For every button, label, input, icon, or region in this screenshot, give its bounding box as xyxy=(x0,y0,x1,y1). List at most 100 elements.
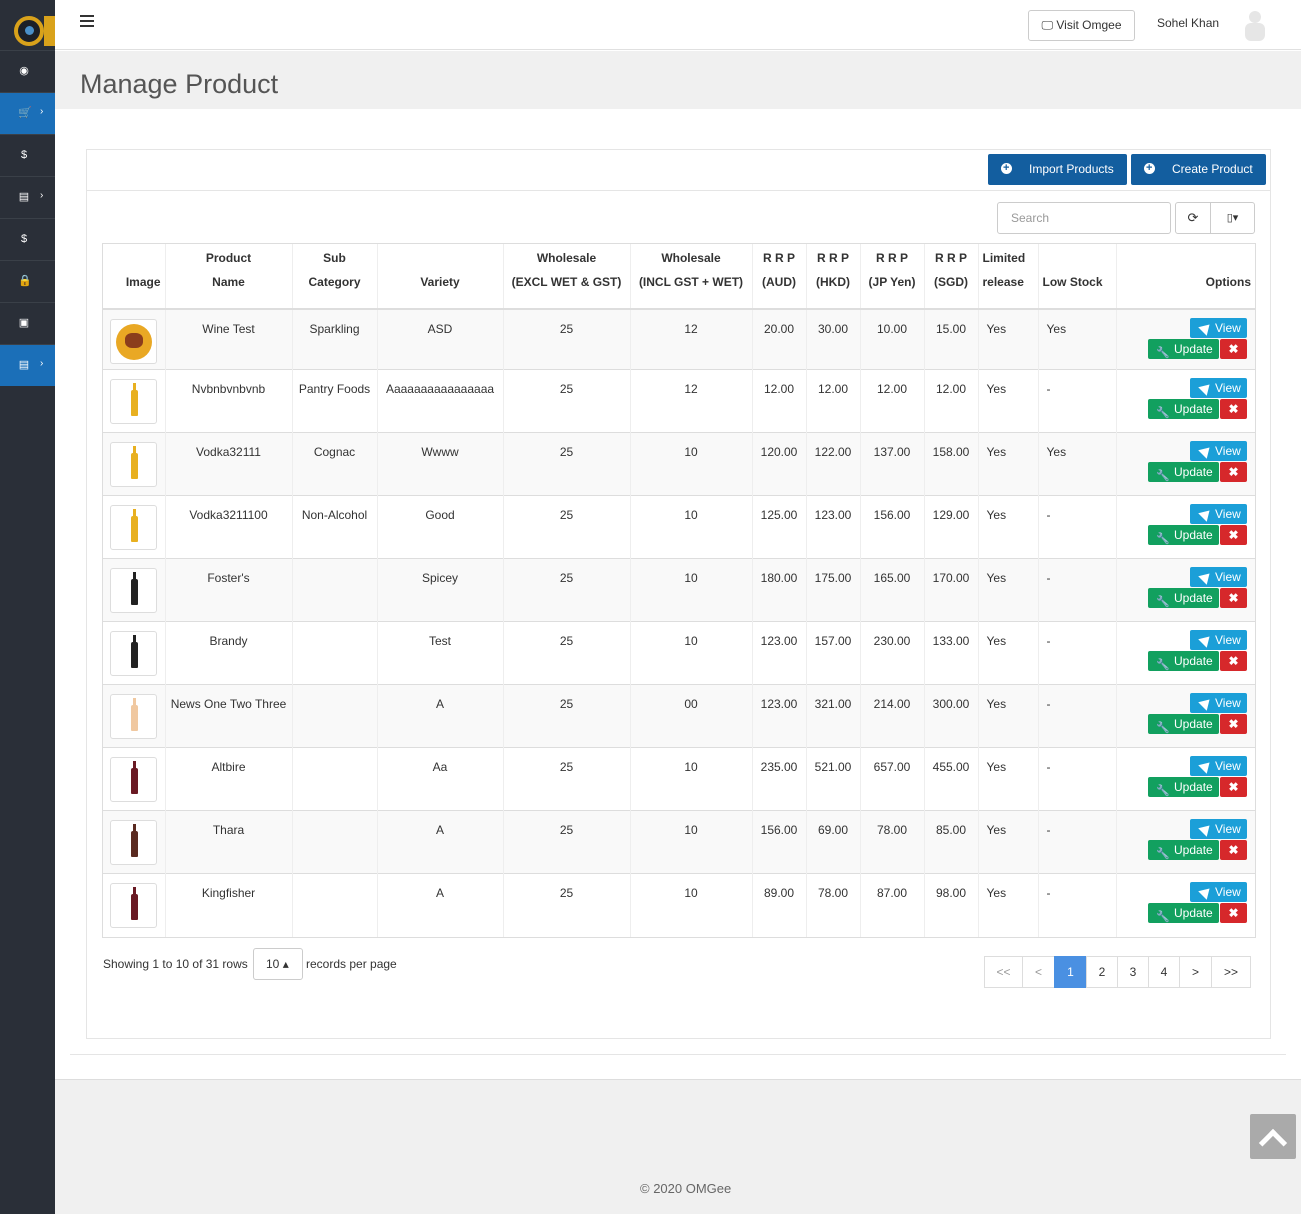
column-header[interactable]: Sub Category xyxy=(292,244,378,310)
delete-button[interactable]: ✖ xyxy=(1220,903,1247,923)
cell-low: - xyxy=(1038,810,1117,874)
column-header[interactable]: R R P (AUD) xyxy=(752,244,807,310)
delete-button[interactable]: ✖ xyxy=(1220,714,1247,734)
page-link[interactable]: 2 xyxy=(1086,956,1118,988)
column-header[interactable]: Options xyxy=(1116,244,1255,310)
page-link[interactable]: << xyxy=(984,956,1023,988)
close-icon: ✖ xyxy=(1228,843,1239,857)
scroll-to-top-button[interactable] xyxy=(1250,1114,1296,1159)
page-link[interactable]: > xyxy=(1179,956,1212,988)
page-link[interactable]: 3 xyxy=(1117,956,1149,988)
product-thumbnail[interactable] xyxy=(110,505,158,550)
column-header[interactable]: Wholesale (INCL GST + WET) xyxy=(630,244,753,310)
cell-limited: Yes xyxy=(978,621,1039,685)
page-link[interactable]: < xyxy=(1022,956,1055,988)
delete-button[interactable]: ✖ xyxy=(1220,525,1247,545)
page-link[interactable]: 4 xyxy=(1148,956,1180,988)
product-table: Image Product Name Sub Category Variety Whole… xyxy=(102,243,1256,938)
cell-ws-excl: 25 xyxy=(503,621,631,685)
product-thumbnail[interactable] xyxy=(110,568,158,613)
product-thumbnail[interactable] xyxy=(110,757,158,802)
cell-aud: 156.00 xyxy=(752,810,807,874)
column-header[interactable]: R R P (HKD) xyxy=(806,244,861,310)
view-button[interactable]: View xyxy=(1190,504,1247,524)
sidebar-item-5[interactable]: 🔒 xyxy=(0,260,55,302)
columns-toggle-button[interactable]: ▯▾ xyxy=(1210,202,1255,234)
cell-ws-excl: 25 xyxy=(503,308,631,370)
view-button[interactable]: View xyxy=(1190,819,1247,839)
column-header[interactable]: R R P (SGD) xyxy=(924,244,979,310)
column-header[interactable]: Variety xyxy=(377,244,504,310)
column-header[interactable]: R R P (JP Yen) xyxy=(860,244,925,310)
update-button[interactable]: 🔧 Update xyxy=(1148,651,1219,671)
column-header[interactable]: Wholesale (EXCL WET & GST) xyxy=(503,244,631,310)
update-button[interactable]: 🔧 Update xyxy=(1148,399,1219,419)
delete-button[interactable]: ✖ xyxy=(1220,399,1247,419)
cell-name: Vodka32111 xyxy=(165,432,293,496)
column-header[interactable]: Image xyxy=(103,244,166,310)
sidebar-item-0[interactable]: ◉ xyxy=(0,50,55,92)
view-button[interactable]: View xyxy=(1190,693,1247,713)
cell-jpy: 230.00 xyxy=(860,621,925,685)
menu-toggle-icon[interactable] xyxy=(80,15,94,29)
wrench-icon: 🔧 xyxy=(1156,722,1170,734)
update-button[interactable]: 🔧 Update xyxy=(1148,903,1219,923)
view-button[interactable]: View xyxy=(1190,756,1247,776)
sidebar-item-7[interactable]: ▤ › xyxy=(0,344,55,386)
dollar-icon: $ xyxy=(20,149,28,161)
omgee-logo[interactable] xyxy=(0,0,55,50)
delete-button[interactable]: ✖ xyxy=(1220,462,1247,482)
visit-omgee-button[interactable]: 🖵 Visit Omgee xyxy=(1028,10,1135,41)
wrench-icon: 🔧 xyxy=(1156,533,1170,545)
sidebar-item-4[interactable]: $ xyxy=(0,218,55,260)
sidebar-item-1[interactable]: 🛒 › xyxy=(0,92,55,134)
view-button[interactable]: View xyxy=(1190,441,1247,461)
update-button[interactable]: 🔧 Update xyxy=(1148,339,1219,359)
update-button[interactable]: 🔧 Update xyxy=(1148,588,1219,608)
product-thumbnail[interactable] xyxy=(110,442,158,487)
delete-button[interactable]: ✖ xyxy=(1220,777,1247,797)
update-button[interactable]: 🔧 Update xyxy=(1148,840,1219,860)
product-thumbnail[interactable] xyxy=(110,379,158,424)
view-button[interactable]: View xyxy=(1190,378,1247,398)
update-button[interactable]: 🔧 Update xyxy=(1148,714,1219,734)
product-thumbnail[interactable] xyxy=(110,820,158,865)
column-header[interactable]: Limited release xyxy=(978,244,1039,310)
username[interactable]: Sohel Khan xyxy=(1157,16,1219,30)
page-link[interactable]: 1 xyxy=(1054,956,1087,988)
cell-name: News One Two Three xyxy=(165,684,293,748)
cell-sub xyxy=(292,873,378,937)
sidebar-item-2[interactable]: $ xyxy=(0,134,55,176)
avatar[interactable] xyxy=(1242,7,1268,43)
sidebar-item-3[interactable]: ▤ › xyxy=(0,176,55,218)
update-button[interactable]: 🔧 Update xyxy=(1148,462,1219,482)
search-input[interactable] xyxy=(997,202,1171,234)
update-button[interactable]: 🔧 Update xyxy=(1148,525,1219,545)
view-button[interactable]: View xyxy=(1190,882,1247,902)
delete-button[interactable]: ✖ xyxy=(1220,588,1247,608)
close-icon: ✖ xyxy=(1228,402,1239,416)
cell-low: Yes xyxy=(1038,432,1117,496)
page-link[interactable]: >> xyxy=(1211,956,1251,988)
options-cell: View 🔧 Update ✖ xyxy=(1116,432,1255,496)
per-page-select[interactable]: 10 ▴ xyxy=(253,948,303,980)
table-row: Foster's Spicey 25 10 180.00 175.00 165.00 170.… xyxy=(103,558,1255,622)
column-header[interactable]: Product Name xyxy=(165,244,293,310)
import-products-button[interactable]: Import Products xyxy=(988,153,1127,185)
view-button[interactable]: View xyxy=(1190,630,1247,650)
delete-button[interactable]: ✖ xyxy=(1220,339,1247,359)
view-button[interactable]: View xyxy=(1190,318,1247,338)
product-thumbnail[interactable] xyxy=(110,694,158,739)
view-button[interactable]: View xyxy=(1190,567,1247,587)
product-thumbnail[interactable] xyxy=(110,631,158,676)
update-button[interactable]: 🔧 Update xyxy=(1148,777,1219,797)
product-thumbnail[interactable] xyxy=(110,319,158,364)
delete-button[interactable]: ✖ xyxy=(1220,840,1247,860)
delete-button[interactable]: ✖ xyxy=(1220,651,1247,671)
refresh-button[interactable]: ⟳ xyxy=(1175,202,1211,234)
options-cell: View 🔧 Update ✖ xyxy=(1116,308,1255,370)
product-thumbnail[interactable] xyxy=(110,883,158,928)
sidebar-item-6[interactable]: ▣ xyxy=(0,302,55,344)
create-product-button[interactable]: Create Product xyxy=(1131,153,1266,185)
column-header[interactable]: Low Stock xyxy=(1038,244,1117,310)
